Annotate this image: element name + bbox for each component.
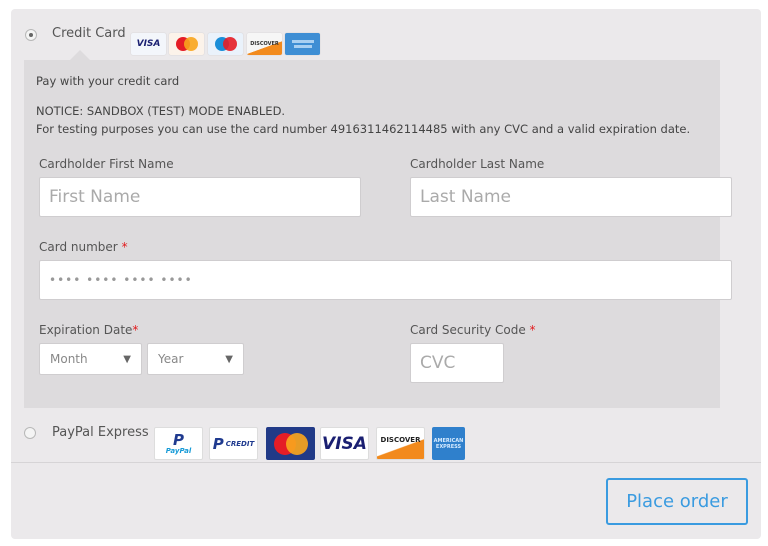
dropdown-arrow-icon: ▼ <box>123 353 131 365</box>
credit-card-radio[interactable] <box>25 29 37 41</box>
amex-logo <box>285 33 320 55</box>
visa-logo: VISA <box>131 33 166 55</box>
payment-panel: Credit Card VISA DISCOVER Pay with your … <box>11 9 761 539</box>
required-mark: * <box>529 323 536 337</box>
sandbox-notice: NOTICE: SANDBOX (TEST) MODE ENABLED. <box>36 104 286 118</box>
paypal-express-label[interactable]: PayPal Express <box>52 425 149 440</box>
expiration-label: Expiration Date* <box>39 323 139 337</box>
mastercard-logo <box>266 427 315 460</box>
paypal-credit-logo: P CREDIT <box>209 427 258 460</box>
discover-logo: DISCOVER <box>376 427 425 460</box>
first-name-input[interactable]: First Name <box>39 177 361 217</box>
required-mark: * <box>121 240 128 254</box>
amex-logo: AMERICAN EXPRESS <box>432 427 465 460</box>
divider <box>11 462 761 463</box>
cvc-input[interactable]: CVC <box>410 343 504 383</box>
place-order-button[interactable]: Place order <box>606 478 748 525</box>
amex-icon <box>291 40 314 48</box>
year-value: Year <box>158 352 184 366</box>
maestro-circles-icon <box>214 37 237 51</box>
visa-logo: VISA <box>320 427 369 460</box>
paypal-express-radio[interactable] <box>24 427 36 439</box>
card-number-placeholder: •••• •••• •••• •••• <box>49 273 193 287</box>
discover-logo: DISCOVER <box>247 33 282 55</box>
credit-card-label[interactable]: Credit Card <box>52 26 126 41</box>
paypal-logo: P PayPal <box>154 427 203 460</box>
mastercard-circles-icon <box>175 37 198 51</box>
paypal-p-icon: P <box>173 430 184 449</box>
required-mark: * <box>132 323 139 337</box>
maestro-logo <box>208 33 243 55</box>
last-name-input[interactable]: Last Name <box>410 177 732 217</box>
expiration-month-select[interactable]: Month ▼ <box>39 343 142 375</box>
mastercard-circles-icon <box>273 432 308 455</box>
dropdown-arrow-icon: ▼ <box>225 353 233 365</box>
cvc-label: Card Security Code * <box>410 323 536 337</box>
first-name-placeholder: First Name <box>49 187 141 207</box>
card-number-input[interactable]: •••• •••• •••• •••• <box>39 260 732 300</box>
paypal-p-icon: P <box>212 434 224 453</box>
credit-card-form: Pay with your credit card NOTICE: SANDBO… <box>24 50 732 408</box>
mastercard-logo <box>169 33 204 55</box>
last-name-label: Cardholder Last Name <box>410 157 545 171</box>
month-value: Month <box>50 352 88 366</box>
card-number-label: Card number * <box>39 240 128 254</box>
pay-with-card-text: Pay with your credit card <box>36 74 180 88</box>
cvc-placeholder: CVC <box>420 353 456 373</box>
test-card-notice: For testing purposes you can use the car… <box>36 122 691 136</box>
last-name-placeholder: Last Name <box>420 187 511 207</box>
first-name-label: Cardholder First Name <box>39 157 174 171</box>
expiration-year-select[interactable]: Year ▼ <box>147 343 244 375</box>
